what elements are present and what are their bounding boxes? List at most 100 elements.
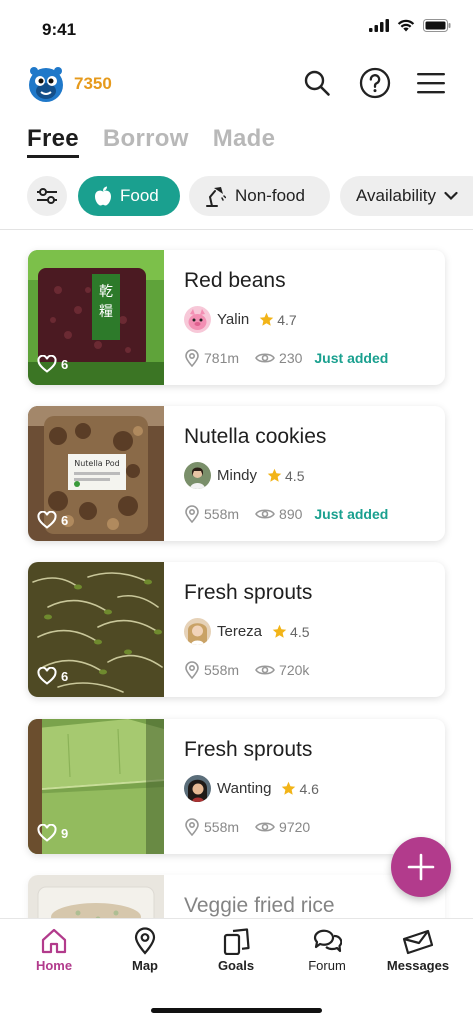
listing-card[interactable]: 乾 糧 6 Red beans Yalin 4.7 781m 230 Just … bbox=[28, 250, 445, 385]
rating-value: 4.6 bbox=[299, 780, 319, 797]
chevron-down-icon bbox=[444, 191, 458, 201]
home-indicator bbox=[151, 1008, 322, 1013]
points-count: 7350 bbox=[74, 74, 112, 93]
listing-owner[interactable]: Tereza 4.5 bbox=[184, 618, 310, 645]
filter-chip-availability[interactable]: Availability bbox=[340, 176, 473, 216]
filter-chip-food-label: Food bbox=[120, 186, 159, 205]
listing-meta: 558m 890 Just added bbox=[184, 505, 388, 523]
listing-meta: 558m 720k bbox=[184, 661, 309, 679]
listing-photo: 9 bbox=[28, 719, 164, 854]
just-added-badge: Just added bbox=[314, 350, 389, 366]
nav-forum[interactable]: Forum bbox=[282, 927, 372, 973]
chat-bubbles-icon bbox=[313, 929, 342, 953]
header-divider bbox=[0, 229, 473, 230]
envelope-icon bbox=[402, 929, 434, 955]
owner-avatar bbox=[184, 618, 211, 645]
owner-avatar bbox=[184, 462, 211, 489]
svg-text:乾: 乾 bbox=[99, 284, 113, 300]
rating-value: 4.5 bbox=[285, 467, 305, 484]
desk-lamp-icon bbox=[206, 187, 226, 207]
star-icon bbox=[267, 468, 282, 482]
blue-monster-icon bbox=[29, 67, 63, 102]
heart-icon bbox=[37, 355, 57, 373]
owner-name: Mindy bbox=[217, 467, 258, 484]
menu-button[interactable] bbox=[414, 66, 448, 100]
likes-badge[interactable]: 9 bbox=[37, 824, 68, 842]
listing-owner[interactable]: Wanting 4.6 bbox=[184, 775, 319, 802]
listing-title: Fresh sprouts bbox=[184, 738, 313, 761]
svg-text:Nutella Pod: Nutella Pod bbox=[74, 459, 120, 468]
filter-settings-button[interactable] bbox=[27, 176, 67, 216]
search-icon bbox=[304, 70, 330, 96]
nav-map-label: Map bbox=[132, 958, 158, 973]
distance: 781m bbox=[204, 350, 240, 366]
view-count: 720k bbox=[279, 662, 310, 678]
likes-count: 6 bbox=[61, 356, 69, 372]
star-icon bbox=[282, 781, 296, 795]
nav-map[interactable]: Map bbox=[100, 927, 190, 973]
filter-chip-nonfood[interactable]: Non-food bbox=[189, 176, 330, 216]
svg-text:糧: 糧 bbox=[99, 304, 113, 320]
tab-borrow[interactable]: Borrow bbox=[103, 125, 189, 158]
user-avatar[interactable] bbox=[27, 65, 65, 103]
battery-icon bbox=[423, 19, 451, 32]
listing-owner[interactable]: Mindy 4.5 bbox=[184, 462, 304, 489]
map-pin-icon bbox=[134, 927, 156, 955]
location-pin-icon bbox=[185, 818, 199, 836]
location-pin-icon bbox=[185, 505, 199, 523]
nav-goals-label: Goals bbox=[217, 958, 255, 973]
heart-icon bbox=[37, 511, 57, 529]
listing-photo: Nutella Pod 6 bbox=[28, 406, 164, 541]
help-button[interactable] bbox=[358, 66, 392, 100]
view-count: 890 bbox=[279, 506, 303, 522]
home-icon bbox=[41, 928, 67, 954]
listing-card[interactable]: 6 Fresh sprouts Tereza 4.5 558m 720k bbox=[28, 562, 445, 697]
rating-value: 4.5 bbox=[290, 623, 310, 640]
listing-meta: 781m 230 Just added bbox=[184, 349, 388, 367]
likes-count: 9 bbox=[61, 825, 69, 841]
add-listing-button[interactable] bbox=[391, 837, 451, 897]
search-button[interactable] bbox=[300, 66, 334, 100]
help-icon bbox=[359, 67, 391, 99]
status-icons bbox=[369, 19, 451, 32]
sliders-icon bbox=[37, 188, 57, 204]
likes-badge[interactable]: 6 bbox=[37, 355, 68, 373]
tab-made[interactable]: Made bbox=[213, 125, 276, 158]
star-icon bbox=[272, 624, 287, 638]
likes-badge[interactable]: 6 bbox=[37, 667, 68, 685]
nav-messages[interactable]: Messages bbox=[373, 927, 463, 973]
location-pin-icon bbox=[185, 349, 199, 367]
likes-badge[interactable]: 6 bbox=[37, 511, 68, 529]
distance: 558m bbox=[204, 662, 240, 678]
listing-photo: 乾 糧 6 bbox=[28, 250, 164, 385]
cards-icon bbox=[223, 928, 250, 955]
nav-goals[interactable]: Goals bbox=[191, 927, 281, 973]
likes-count: 6 bbox=[61, 668, 69, 684]
listing-owner[interactable]: Yalin 4.7 bbox=[184, 306, 297, 333]
listing-title: Nutella cookies bbox=[184, 425, 327, 448]
listing-title: Red beans bbox=[184, 269, 286, 292]
eye-icon bbox=[255, 822, 275, 832]
wifi-icon bbox=[397, 19, 415, 32]
heart-icon bbox=[37, 824, 57, 842]
filter-chip-food[interactable]: Food bbox=[78, 176, 180, 216]
listing-card[interactable]: 9 Fresh sprouts Wanting 4.6 558m 9720 bbox=[28, 719, 445, 854]
owner-rating: 4.5 bbox=[267, 468, 304, 484]
nav-forum-label: Forum bbox=[308, 958, 346, 973]
listing-card[interactable]: Nutella Pod 6 Nutella cookies Mindy 4.5 … bbox=[28, 406, 445, 541]
filter-chip-nonfood-label: Non-food bbox=[235, 186, 305, 205]
listing-title: Veggie fried rice bbox=[184, 894, 335, 917]
signal-icon bbox=[369, 19, 389, 32]
likes-count: 6 bbox=[61, 512, 69, 528]
view-count: 230 bbox=[279, 350, 303, 366]
distance: 558m bbox=[204, 819, 240, 835]
filter-bar: Food Non-food Availability bbox=[27, 176, 473, 216]
status-time: 9:41 bbox=[42, 20, 77, 39]
eye-icon bbox=[255, 353, 275, 363]
filter-chip-availability-label: Availability bbox=[356, 186, 437, 205]
tab-free[interactable]: Free bbox=[27, 125, 79, 158]
owner-name: Wanting bbox=[217, 780, 272, 797]
nav-home[interactable]: Home bbox=[9, 927, 99, 973]
owner-rating: 4.5 bbox=[272, 623, 310, 640]
owner-rating: 4.7 bbox=[259, 312, 297, 328]
